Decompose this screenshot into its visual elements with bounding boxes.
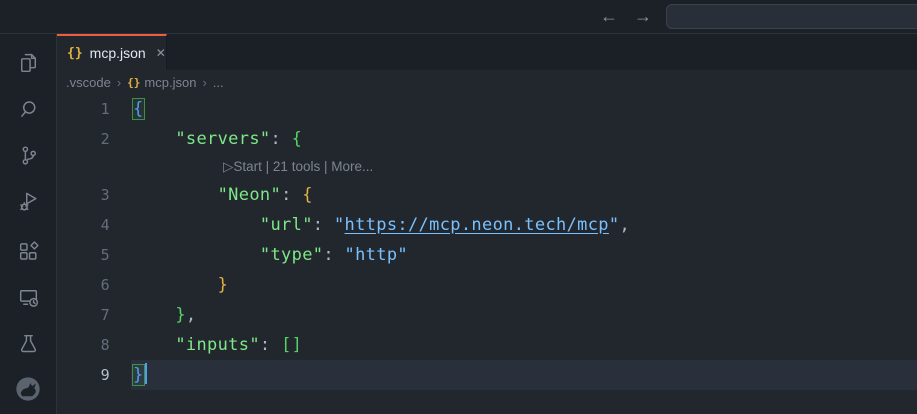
token: { (133, 99, 144, 119)
history-navigation: ← → (600, 0, 652, 33)
extensions-icon[interactable] (0, 228, 56, 274)
token: "inputs" (175, 335, 260, 355)
code-editor[interactable]: 1{2 "servers": {▷Start | 21 tools | More… (57, 94, 917, 414)
token: { (292, 129, 303, 149)
token: [] (281, 335, 302, 355)
token: } (218, 275, 229, 295)
line-number[interactable]: 4 (57, 210, 110, 240)
token: : (313, 215, 334, 235)
remote-explorer-icon[interactable] (0, 274, 56, 320)
token: } (175, 305, 186, 325)
json-file-icon: {} (127, 76, 140, 89)
codelens: ▷Start | 21 tools | More... (57, 154, 917, 180)
code-line-2[interactable]: 2 "servers": { (57, 124, 917, 154)
token: : (323, 245, 344, 265)
token: " (334, 215, 345, 235)
activity-bar (0, 34, 57, 414)
codelens-separator: | (262, 159, 273, 174)
token: "http" (345, 245, 408, 265)
tab-label: mcp.json (90, 45, 146, 61)
token: { (302, 185, 313, 205)
token: , (619, 215, 630, 235)
token: "servers" (175, 129, 270, 149)
breadcrumb-label: mcp.json (144, 75, 196, 90)
line-number[interactable]: 5 (57, 240, 110, 270)
tab-close-icon[interactable]: ✕ (156, 46, 166, 60)
tab-mcp-json[interactable]: {} mcp.json ✕ (57, 34, 167, 70)
breadcrumb-label: ... (213, 75, 224, 90)
codelens-action-more-[interactable]: More... (331, 159, 373, 174)
token (133, 335, 175, 355)
source-control-icon[interactable] (0, 132, 56, 178)
code-text: "servers": { (110, 129, 302, 149)
token: : (271, 129, 292, 149)
breadcrumb-item[interactable]: ... (213, 75, 224, 90)
code-line-3[interactable]: 3 "Neon": { (57, 180, 917, 210)
token: " (609, 215, 620, 235)
line-number[interactable]: 7 (57, 300, 110, 330)
token (133, 305, 175, 325)
code-text: { (110, 99, 144, 119)
code-line-5[interactable]: 5 "type": "http" (57, 240, 917, 270)
codelens-action-start[interactable]: ▷Start (223, 159, 262, 174)
line-number[interactable]: 1 (57, 94, 110, 124)
forward-arrow-icon[interactable]: → (634, 6, 652, 27)
command-center-search-box[interactable] (666, 4, 917, 29)
token: "type" (260, 245, 323, 265)
codelens-separator: | (320, 159, 331, 174)
token (133, 185, 218, 205)
line-number[interactable]: 6 (57, 270, 110, 300)
token (133, 245, 260, 265)
breadcrumb-label: .vscode (66, 75, 111, 90)
code-text: } (110, 365, 147, 385)
line-number[interactable]: 8 (57, 330, 110, 360)
explorer-icon[interactable] (0, 40, 56, 86)
codelens-action-21-tools[interactable]: 21 tools (273, 159, 320, 174)
token: https://mcp.neon.tech/mcp (345, 215, 609, 235)
code-line-9[interactable]: 9} (57, 360, 917, 390)
coderabbit-icon[interactable] (0, 366, 56, 412)
code-line-1[interactable]: 1{ (57, 94, 917, 124)
code-text: "Neon": { (110, 185, 313, 205)
line-number[interactable]: 9 (57, 360, 110, 390)
code-text: }, (110, 305, 196, 325)
breadcrumb: .vscode › {} mcp.json ›... (57, 70, 917, 94)
code-line-4[interactable]: 4 "url": "https://mcp.neon.tech/mcp", (57, 210, 917, 240)
token (133, 215, 260, 235)
line-number[interactable]: 2 (57, 124, 110, 154)
testing-icon[interactable] (0, 320, 56, 366)
token: , (186, 305, 197, 325)
token: : (260, 335, 281, 355)
text-cursor (145, 363, 147, 384)
code-line-8[interactable]: 8 "inputs": [] (57, 330, 917, 360)
code-text: "inputs": [] (110, 335, 302, 355)
breadcrumb-item[interactable]: .vscode (66, 75, 111, 90)
code-line-7[interactable]: 7 }, (57, 300, 917, 330)
token: : (281, 185, 302, 205)
tab-bar: {} mcp.json ✕ (57, 34, 917, 70)
code-line-6[interactable]: 6 } (57, 270, 917, 300)
code-text: "url": "https://mcp.neon.tech/mcp", (110, 215, 630, 235)
token: "url" (260, 215, 313, 235)
run-and-debug-icon[interactable] (0, 178, 56, 224)
token (133, 129, 175, 149)
breadcrumb-item[interactable]: {} mcp.json (127, 75, 196, 90)
json-file-icon: {} (67, 46, 83, 61)
line-number[interactable]: 3 (57, 180, 110, 210)
code-text: "type": "http" (110, 245, 408, 265)
breadcrumb-separator: › (202, 75, 206, 90)
code-text: } (110, 275, 228, 295)
token (133, 275, 218, 295)
breadcrumb-separator: › (117, 75, 121, 90)
title-bar: ← → (0, 0, 917, 34)
back-arrow-icon[interactable]: ← (600, 6, 618, 27)
search-icon[interactable] (0, 86, 56, 132)
token: "Neon" (218, 185, 281, 205)
editor-group: {} mcp.json ✕ .vscode›{}mcp.json›... 1{2… (57, 34, 917, 414)
token: } (133, 365, 144, 385)
